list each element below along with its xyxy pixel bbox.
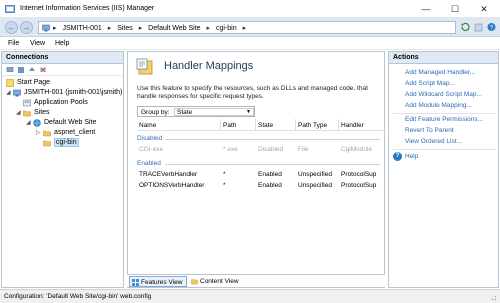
globe-icon xyxy=(33,119,41,127)
connections-toolbar xyxy=(2,64,123,76)
connections-panel: Connections Start Page ◢ JSMITH-001 (jsm… xyxy=(1,51,124,288)
table-row[interactable]: CGI-exe *.exe Disabled File CgiModule xyxy=(137,145,385,155)
breadcrumb[interactable]: ▸ JSMITH-001 ▸ Sites ▸ Default Web Site … xyxy=(38,21,456,34)
actions-panel: Actions Add Managed Handler... Add Scrip… xyxy=(388,51,499,288)
menu-view[interactable]: View xyxy=(30,40,45,47)
chevron-right-icon: ▸ xyxy=(138,25,143,32)
maximize-button[interactable]: ☐ xyxy=(441,0,469,18)
tree-collapsed-icon[interactable]: ▷ xyxy=(36,129,43,136)
table-row[interactable]: TRACEVerbHandler * Enabled Unspecified P… xyxy=(137,170,385,180)
chevron-down-icon: ▼ xyxy=(246,109,251,115)
stop-icon[interactable] xyxy=(473,21,484,33)
group-by-select[interactable]: State ▼ xyxy=(174,108,254,116)
actions-header: Actions xyxy=(389,52,498,64)
action-add-managed-handler[interactable]: Add Managed Handler... xyxy=(405,69,475,76)
chevron-right-icon: ▸ xyxy=(206,25,211,32)
sites-folder-icon xyxy=(23,110,31,117)
server-icon xyxy=(42,24,50,32)
status-bar: Configuration: 'Default Web Site/cgi-bin… xyxy=(0,289,500,303)
group-by-label: Group by: xyxy=(141,109,170,116)
breadcrumb-item[interactable]: JSMITH-001 xyxy=(62,25,101,32)
page-title: Handler Mappings xyxy=(164,60,254,72)
page-description: Use this feature to specify the resource… xyxy=(137,85,368,100)
tab-content-view[interactable]: Content View xyxy=(189,276,244,287)
iis-app-icon xyxy=(5,5,15,13)
connect-icon[interactable] xyxy=(6,66,14,74)
action-edit-feature-permissions[interactable]: Edit Feature Permissions... xyxy=(405,116,483,123)
tree-expanded-icon[interactable]: ◢ xyxy=(16,109,23,116)
menu-file[interactable]: File xyxy=(8,40,19,47)
action-help[interactable]: Help xyxy=(405,153,418,160)
breadcrumb-item[interactable]: cgi-bin xyxy=(216,25,237,32)
help-icon[interactable]: ? xyxy=(393,152,402,161)
view-tabs: Features View Content View xyxy=(127,274,385,287)
help-icon[interactable]: ? xyxy=(486,21,497,33)
application-pools-icon xyxy=(23,99,31,107)
chevron-right-icon: ▸ xyxy=(53,25,57,32)
handler-mappings-panel: Handler Mappings Use this feature to spe… xyxy=(127,51,385,288)
column-header-state[interactable]: State xyxy=(258,122,273,129)
window-title: Internet Information Services (IIS) Mana… xyxy=(20,5,155,12)
table-row[interactable]: OPTIONSVerbHandler * Enabled Unspecified… xyxy=(137,181,385,191)
chevron-right-icon: ▸ xyxy=(107,25,112,32)
tree-expanded-icon[interactable]: ◢ xyxy=(26,119,33,126)
back-arrow-icon[interactable]: ← xyxy=(5,21,18,34)
status-text: Configuration: 'Default Web Site/cgi-bin… xyxy=(4,293,152,300)
column-header-name[interactable]: Name xyxy=(139,122,156,129)
action-add-wildcard-script-map[interactable]: Add Wildcard Script Map... xyxy=(405,91,482,98)
tab-features-view[interactable]: Features View xyxy=(129,276,187,287)
minimize-button[interactable]: — xyxy=(412,0,440,18)
handler-mappings-icon xyxy=(136,58,153,75)
close-button[interactable]: ✕ xyxy=(470,0,498,18)
tree-expanded-icon[interactable]: ◢ xyxy=(6,89,13,96)
action-view-ordered-list[interactable]: View Ordered List... xyxy=(405,138,462,145)
breadcrumb-item[interactable]: Sites xyxy=(117,25,133,32)
menu-help[interactable]: Help xyxy=(55,40,69,47)
address-bar: ← → ▸ JSMITH-001 ▸ Sites ▸ Default Web S… xyxy=(0,18,500,37)
up-icon[interactable] xyxy=(28,66,36,74)
column-header-handler[interactable]: Handler xyxy=(341,122,364,129)
breadcrumb-item[interactable]: Default Web Site xyxy=(148,25,200,32)
handler-mappings-table: Name Path State Path Type Handler Disabl… xyxy=(137,119,385,285)
group-by-control: Group by: State ▼ xyxy=(137,106,255,117)
content-view-icon xyxy=(191,279,198,285)
server-icon xyxy=(13,89,21,97)
title-bar: Internet Information Services (IIS) Mana… xyxy=(0,0,500,18)
features-view-icon xyxy=(132,279,139,286)
save-icon[interactable] xyxy=(17,66,25,74)
folder-icon xyxy=(43,140,51,147)
folder-icon xyxy=(43,130,51,137)
action-add-script-map[interactable]: Add Script Map... xyxy=(405,80,455,87)
table-header: Name Path State Path Type Handler xyxy=(137,119,385,131)
connections-header: Connections xyxy=(2,52,123,64)
chevron-right-icon: ▸ xyxy=(242,25,247,32)
group-title-enabled[interactable]: Enabled xyxy=(137,160,161,167)
refresh-icon[interactable] xyxy=(460,21,471,33)
column-header-path[interactable]: Path xyxy=(223,122,236,129)
forward-arrow-icon[interactable]: → xyxy=(20,21,33,34)
column-header-path-type[interactable]: Path Type xyxy=(298,122,327,129)
action-revert-to-parent[interactable]: Revert To Parent xyxy=(405,127,454,134)
menu-bar: File View Help xyxy=(0,37,500,50)
disconnect-icon[interactable] xyxy=(39,66,47,74)
resize-grip-icon[interactable] xyxy=(489,293,497,301)
start-page-icon xyxy=(6,79,14,87)
action-add-module-mapping[interactable]: Add Module Mapping... xyxy=(405,102,472,109)
group-title-disabled[interactable]: Disabled xyxy=(137,135,162,142)
